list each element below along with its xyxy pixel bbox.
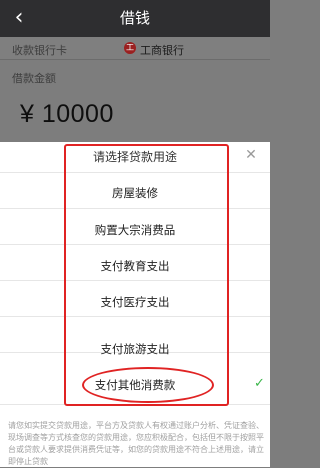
bank-name: 工商银行 [140, 44, 184, 57]
icbc-logo-icon: 工 [124, 42, 136, 54]
amount-label: 借款金额 [12, 72, 56, 85]
bank-card-label: 收款银行卡 [12, 44, 67, 57]
amount-input[interactable]: ¥ 10000 [20, 100, 114, 129]
bank-card-row[interactable]: 收款银行卡 工 工商银行 [0, 37, 270, 93]
close-icon[interactable]: ✕ [243, 147, 259, 163]
highlight-oval-annotation [82, 367, 214, 403]
usage-notice: 请您如实提交贷款用途，平台方及贷款人有权通过账户分析、凭证查验、现场调查等方式核… [8, 421, 264, 466]
selected-check-icon: ✓ [254, 376, 265, 391]
header-bar: ‹ 借钱 [0, 0, 270, 37]
page-title: 借钱 [119, 9, 150, 27]
